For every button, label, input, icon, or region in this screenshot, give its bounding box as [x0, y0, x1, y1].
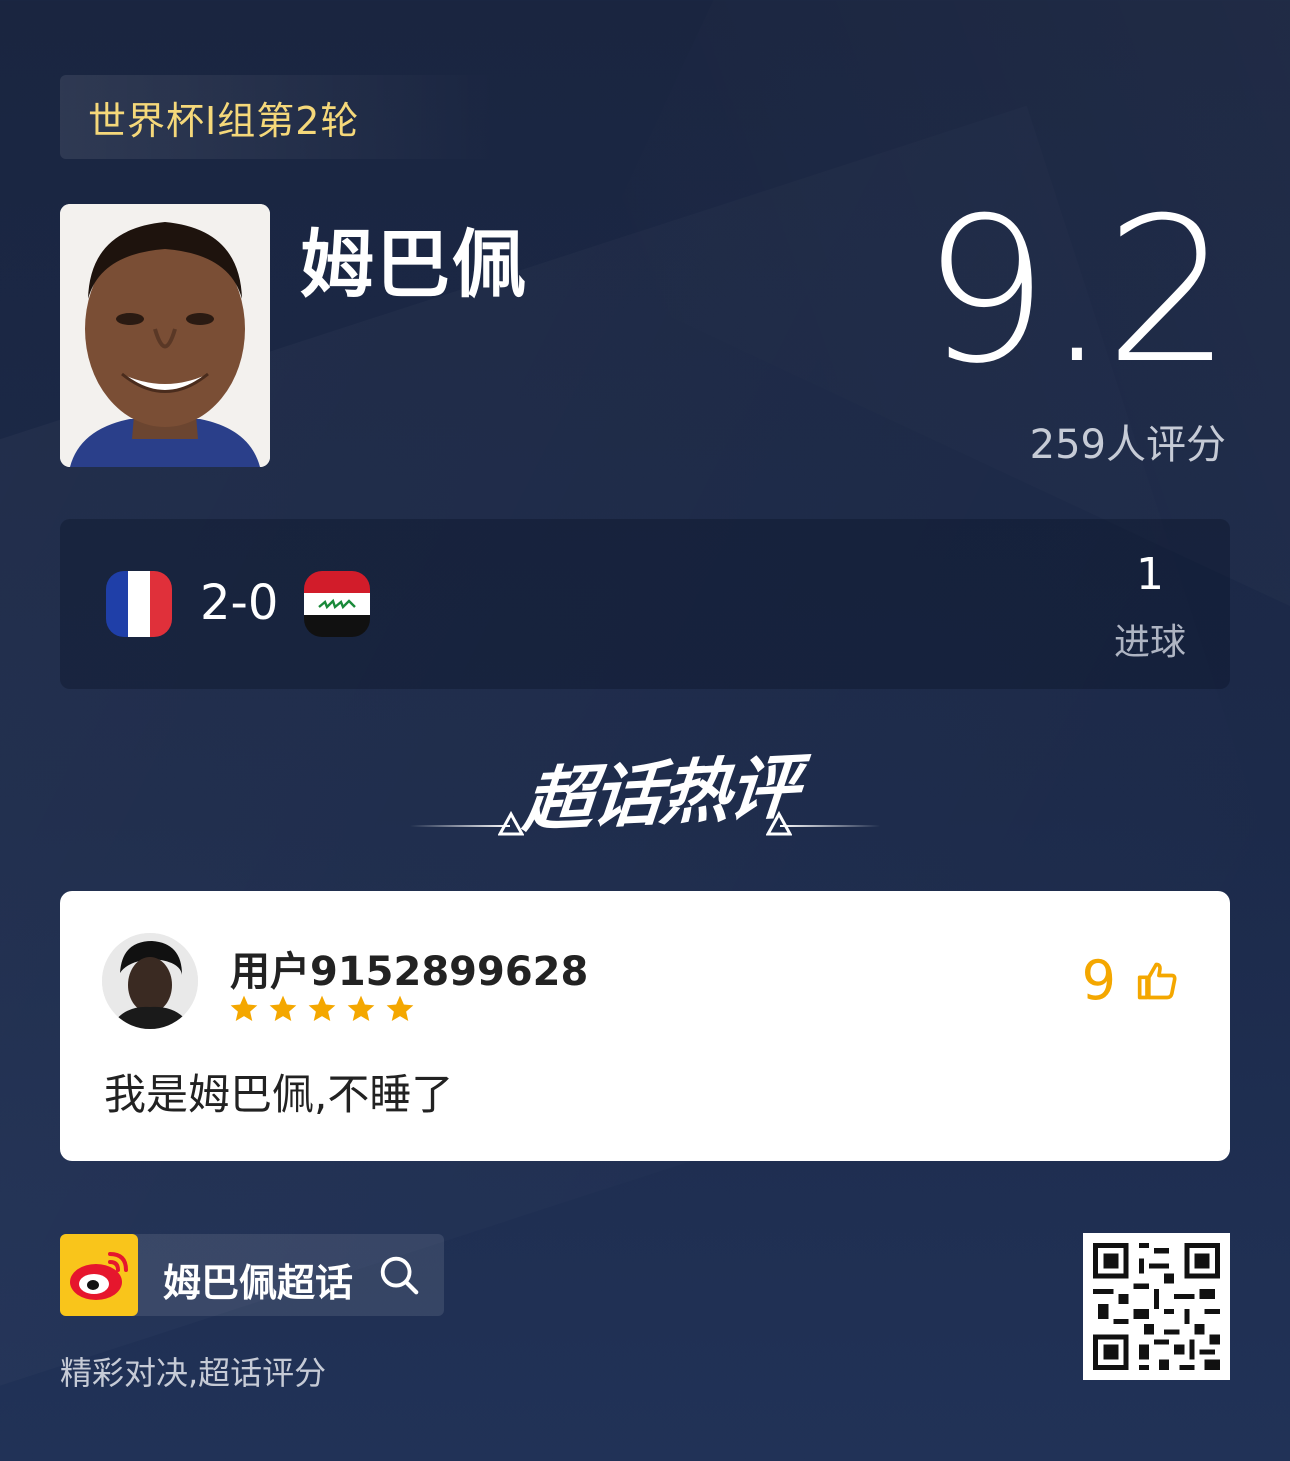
goals-label: 进球: [1113, 622, 1186, 663]
round-tag: 世界杯I组第2轮: [60, 75, 500, 159]
star-icon: [347, 995, 375, 1021]
match-score: 2-0: [200, 575, 279, 631]
section-title: 超话热评: [520, 745, 801, 843]
triangle-icon: [766, 810, 792, 836]
goals-value: 1: [1136, 549, 1164, 600]
like-count: 9: [1081, 949, 1116, 1012]
player-photo: [60, 204, 270, 467]
qr-code: [1083, 1233, 1230, 1380]
match-card[interactable]: 2-0 1 进球: [60, 519, 1230, 689]
player-name: 姆巴佩: [300, 222, 528, 308]
rater-count: 259人评分: [1029, 422, 1226, 468]
round-tag-label: 世界杯I组第2轮: [88, 98, 360, 143]
divider: [410, 825, 510, 827]
comment-card[interactable]: 用户9152899628 9 我是姆巴佩,不睡了: [60, 891, 1230, 1161]
star-icon: [269, 995, 297, 1021]
like-control[interactable]: 9: [1082, 949, 1180, 1012]
star-icon: [230, 995, 258, 1021]
tagline: 精彩对决,超话评分: [60, 1354, 327, 1392]
star-rating: [228, 993, 416, 1025]
topic-label: 姆巴佩超话: [163, 1261, 354, 1305]
hot-comments-header: 超话热评: [410, 730, 880, 842]
thumbs-up-icon[interactable]: [1136, 959, 1180, 1003]
comment-text: 我是姆巴佩,不睡了: [104, 1070, 454, 1119]
france-flag-icon: [106, 571, 172, 637]
avatar[interactable]: [102, 933, 198, 1029]
search-icon[interactable]: [376, 1252, 422, 1298]
rating-score: 9.2: [921, 175, 1232, 408]
comment-username[interactable]: 用户9152899628: [230, 939, 588, 997]
topic-search-button[interactable]: 姆巴佩超话: [60, 1234, 444, 1316]
star-icon: [386, 995, 414, 1021]
star-icon: [308, 995, 336, 1021]
divider: [780, 825, 880, 827]
iraq-flag-icon: [304, 571, 370, 637]
weibo-logo-icon: [60, 1234, 138, 1316]
